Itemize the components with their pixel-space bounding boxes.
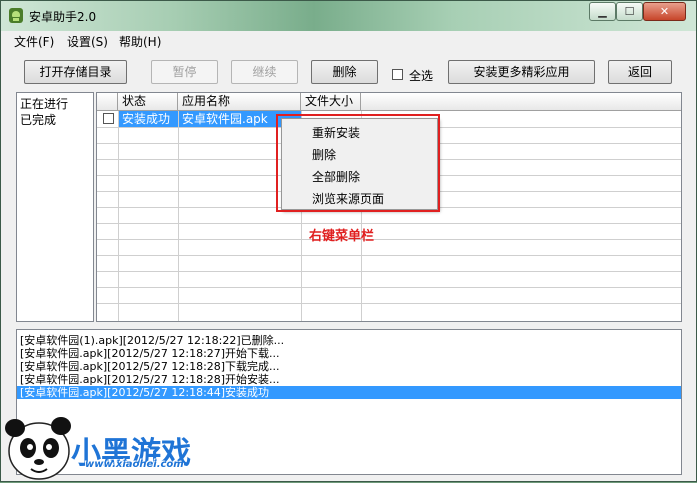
menu-bar: 文件(F) 设置(S) 帮助(H) <box>2 31 695 51</box>
menu-help[interactable]: 帮助(H) <box>119 33 161 50</box>
pause-button[interactable]: 暂停 <box>151 60 218 84</box>
close-icon: ✕ <box>659 5 670 18</box>
title-bar[interactable]: 安卓助手2.0 ▁ ☐ ✕ <box>1 1 696 31</box>
back-button[interactable]: 返回 <box>608 60 672 84</box>
maximize-icon: ☐ <box>624 5 635 18</box>
delete-button[interactable]: 删除 <box>311 60 378 84</box>
grid-line <box>97 255 681 256</box>
log-line: [安卓软件园.apk][2012/5/27 12:18:28]下载完成... <box>20 360 280 373</box>
window-title: 安卓助手2.0 <box>29 10 97 24</box>
log-line: [安卓软件园.apk][2012/5/27 12:18:27]开始下载... <box>20 347 280 360</box>
open-storage-dir-button[interactable]: 打开存储目录 <box>24 60 127 84</box>
annotation-box <box>276 114 440 212</box>
log-line-selected: [安卓软件园.apk][2012/5/27 12:18:44]安装成功 <box>17 386 681 399</box>
app-window: 安卓助手2.0 ▁ ☐ ✕ 文件(F) 设置(S) 帮助(H) 打开存储目录 暂… <box>0 0 697 482</box>
row-checkbox[interactable] <box>103 113 114 124</box>
category-completed[interactable]: 已完成 <box>20 111 56 128</box>
minimize-button[interactable]: ▁ <box>589 2 616 21</box>
resume-button[interactable]: 继续 <box>231 60 298 84</box>
table-header: 状态 应用名称 文件大小 <box>97 93 681 111</box>
grid-line <box>97 223 681 224</box>
watermark-url: www.xiaohei.com <box>85 459 184 470</box>
grid-line <box>97 271 681 272</box>
column-header-status[interactable]: 状态 <box>118 93 178 110</box>
menu-file[interactable]: 文件(F) <box>14 33 54 50</box>
annotation-label: 右键菜单栏 <box>309 229 375 244</box>
grid-line <box>97 287 681 288</box>
category-in-progress[interactable]: 正在进行 <box>20 95 68 112</box>
column-header-app-name[interactable]: 应用名称 <box>178 93 301 110</box>
grid-line <box>97 239 681 240</box>
close-button[interactable]: ✕ <box>643 2 686 21</box>
column-header-file-size[interactable]: 文件大小 <box>301 93 361 110</box>
row-status[interactable]: 安装成功 <box>119 111 178 127</box>
log-line: [安卓软件园(1).apk][2012/5/27 12:18:22]已删除... <box>20 334 285 347</box>
select-all-checkbox[interactable] <box>392 69 403 80</box>
select-all-label: 全选 <box>409 69 434 83</box>
install-more-apps-button[interactable]: 安装更多精彩应用 <box>448 60 595 84</box>
maximize-button[interactable]: ☐ <box>616 2 643 21</box>
category-list: 正在进行 已完成 <box>16 92 94 322</box>
android-icon <box>9 8 23 23</box>
minimize-icon: ▁ <box>598 5 607 18</box>
log-line: [安卓软件园.apk][2012/5/27 12:18:28]开始安装... <box>20 373 280 386</box>
menu-settings[interactable]: 设置(S) <box>67 33 108 50</box>
column-header-check[interactable] <box>97 93 118 110</box>
grid-line <box>97 303 681 304</box>
